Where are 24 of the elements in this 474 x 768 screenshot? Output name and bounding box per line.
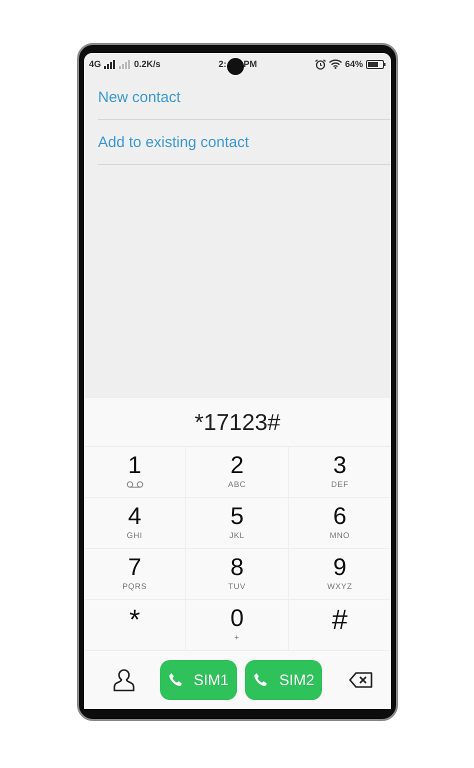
dial-key[interactable]: 7 PQRS (84, 549, 186, 600)
dial-key[interactable]: * (84, 600, 186, 651)
phone-icon (253, 672, 270, 688)
dial-key[interactable]: 2 ABC (186, 447, 289, 498)
alarm-icon (314, 58, 326, 70)
backspace-icon[interactable] (348, 672, 373, 688)
dial-key[interactable]: 4 GHI (84, 498, 186, 549)
voicemail-icon (126, 481, 144, 488)
signal-icon (104, 60, 116, 68)
dial-key[interactable]: 1 (84, 447, 186, 498)
dial-key[interactable]: 0 + (186, 600, 289, 651)
clock: PM (244, 59, 258, 69)
phone-icon (168, 672, 184, 688)
network-speed: 0.2K/s (134, 59, 161, 69)
network-type: 4G (89, 59, 102, 69)
contacts-icon[interactable] (113, 668, 135, 692)
clock: 2: (218, 59, 227, 69)
dial-key[interactable]: 5 JKL (186, 498, 289, 549)
wifi-icon (328, 59, 342, 69)
camera-hole (226, 58, 244, 75)
battery-level: 64% (344, 59, 363, 69)
signal-icon (119, 60, 132, 68)
battery-icon (366, 60, 386, 68)
dial-key[interactable]: 8 TUV (186, 549, 289, 600)
